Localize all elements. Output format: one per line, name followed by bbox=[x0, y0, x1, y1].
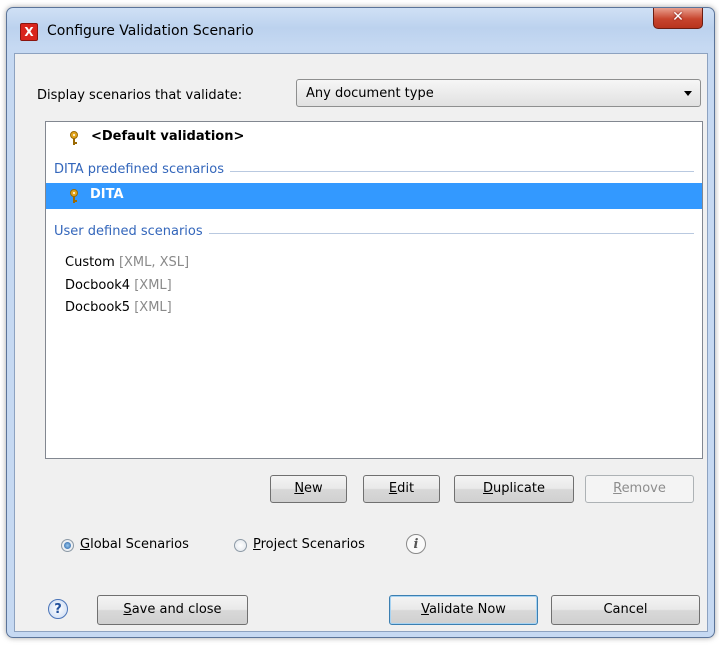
dialog-title: Configure Validation Scenario bbox=[47, 23, 254, 39]
scenario-name: Docbook5 bbox=[65, 300, 131, 315]
key-icon bbox=[70, 131, 78, 145]
list-item-custom[interactable]: Custom [XML, XSL] bbox=[65, 255, 189, 270]
dita-label: DITA bbox=[90, 187, 124, 202]
group-header-dita: DITA predefined scenarios bbox=[46, 159, 702, 181]
list-item-default-validation[interactable]: <Default validation> bbox=[46, 127, 702, 149]
list-item-dita[interactable]: DITA bbox=[46, 183, 702, 209]
key-icon bbox=[70, 189, 78, 203]
close-button[interactable]: ✕ bbox=[653, 8, 703, 29]
group-title: DITA predefined scenarios bbox=[54, 162, 230, 177]
close-icon: ✕ bbox=[672, 9, 684, 25]
dialog-content: Display scenarios that validate: Any doc… bbox=[14, 53, 708, 632]
app-logo-icon: X bbox=[20, 23, 38, 41]
cancel-button[interactable]: Cancel bbox=[551, 595, 700, 625]
global-scenarios-radio[interactable] bbox=[61, 539, 74, 552]
scenario-tags: [XML] bbox=[134, 300, 172, 315]
group-title: User defined scenarios bbox=[54, 224, 209, 239]
list-item-docbook5[interactable]: Docbook5 [XML] bbox=[65, 300, 172, 315]
save-and-close-button[interactable]: Save and close bbox=[97, 595, 248, 625]
group-header-user: User defined scenarios bbox=[46, 221, 702, 243]
global-scenarios-label[interactable]: Global Scenarios bbox=[80, 537, 189, 552]
dialog-window: X Configure Validation Scenario ✕ Displa… bbox=[6, 7, 715, 638]
help-icon[interactable]: ? bbox=[48, 599, 68, 619]
scenario-name: Docbook4 bbox=[65, 278, 131, 293]
title-bar[interactable]: X Configure Validation Scenario ✕ bbox=[7, 8, 714, 52]
project-scenarios-label[interactable]: Project Scenarios bbox=[253, 537, 365, 552]
document-type-value: Any document type bbox=[306, 86, 434, 101]
scenario-tags: [XML] bbox=[134, 278, 172, 293]
filter-label: Display scenarios that validate: bbox=[37, 88, 243, 103]
scenario-list[interactable]: <Default validation> DITA predefined sce… bbox=[45, 121, 703, 459]
edit-button[interactable]: Edit bbox=[363, 475, 440, 503]
validate-now-button[interactable]: Validate Now bbox=[389, 595, 538, 625]
new-button[interactable]: New bbox=[270, 475, 347, 503]
project-scenarios-radio[interactable] bbox=[234, 539, 247, 552]
scenario-name: Custom bbox=[65, 255, 115, 270]
info-icon[interactable]: i bbox=[406, 534, 426, 554]
default-validation-label: <Default validation> bbox=[91, 129, 245, 144]
duplicate-button[interactable]: Duplicate bbox=[454, 475, 574, 503]
scenario-tags: [XML, XSL] bbox=[118, 255, 190, 270]
remove-button[interactable]: Remove bbox=[585, 475, 694, 503]
list-item-docbook4[interactable]: Docbook4 [XML] bbox=[65, 278, 172, 293]
document-type-dropdown[interactable]: Any document type bbox=[296, 79, 701, 107]
chevron-down-icon bbox=[684, 91, 692, 96]
